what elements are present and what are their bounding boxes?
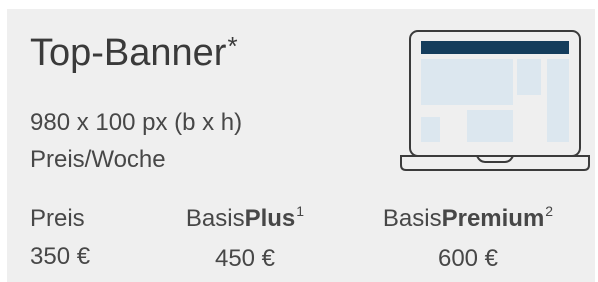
screen-content-block [517, 59, 541, 95]
plus-label-bold: Plus [244, 205, 296, 232]
plus-label-prefix: Basis [185, 205, 245, 232]
premium-label-prefix: Basis [382, 205, 442, 232]
price-basis-premium-value: 600 € [437, 245, 499, 272]
price-basis-plus: BasisPlus1 450 € [170, 203, 320, 275]
price-base-label: Preis [30, 205, 85, 232]
banner-dimensions: 980 x 100 px (b x h) [30, 109, 243, 136]
ad-title-text: Top-Banner [30, 32, 227, 74]
price-basis-plus-label: BasisPlus1 [185, 203, 305, 232]
screen-content-block [547, 59, 569, 142]
laptop-banner-placement-icon [400, 30, 590, 171]
screen-content-block [421, 117, 440, 142]
plus-footnote: 1 [296, 203, 305, 219]
price-base: Preis 350 € [30, 203, 90, 273]
premium-label-bold: Premium [441, 205, 545, 232]
price-base-value: 350 € [30, 243, 91, 270]
ad-title: Top-Banner* [30, 27, 238, 82]
screen-content-block [421, 59, 513, 105]
price-basis-premium-label: BasisPremium2 [382, 203, 554, 232]
title-footnote-marker: * [227, 31, 238, 61]
price-period: Preis/Woche [30, 146, 166, 173]
price-basis-premium: BasisPremium2 600 € [357, 203, 579, 275]
premium-footnote: 2 [545, 203, 554, 219]
price-basis-plus-value: 450 € [214, 245, 276, 272]
top-banner-placement [421, 41, 569, 54]
screen-content-block [467, 110, 513, 142]
